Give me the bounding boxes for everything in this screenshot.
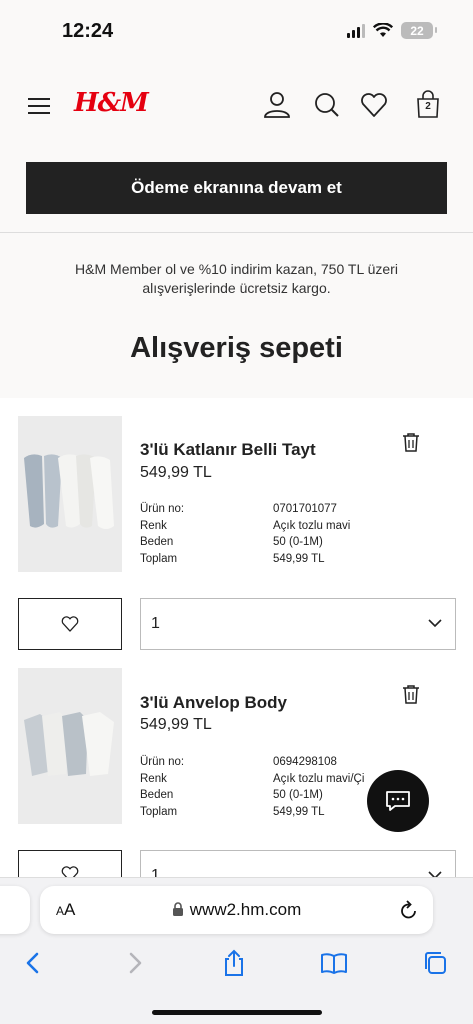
forward-icon[interactable]	[120, 948, 150, 978]
back-icon[interactable]	[18, 948, 48, 978]
detail-value: 549,99 TL	[273, 805, 325, 818]
previous-tab-pill[interactable]	[0, 886, 30, 934]
bag-count: 2	[425, 101, 431, 112]
search-icon[interactable]	[312, 90, 342, 120]
detail-value: Açık tozlu mavi	[273, 519, 351, 532]
status-bar: 12:24 22	[0, 0, 473, 62]
product-price: 549,99 TL	[140, 464, 212, 481]
detail-label: Toplam	[140, 805, 178, 818]
page-title: Alışveriş sepeti	[130, 332, 343, 364]
member-promo-text: H&M Member ol ve %10 indirim kazan, 750 …	[75, 261, 398, 296]
home-indicator	[152, 1010, 322, 1015]
trash-icon[interactable]	[402, 432, 420, 452]
heart-icon	[61, 616, 79, 632]
lock-icon	[172, 902, 183, 916]
quantity-select[interactable]: 1	[140, 850, 456, 878]
detail-value: 549,99 TL	[273, 552, 325, 565]
share-icon[interactable]	[219, 948, 249, 978]
detail-label: Ürün no:	[140, 756, 185, 769]
chat-button[interactable]	[367, 770, 429, 832]
detail-label: Toplam	[140, 552, 178, 565]
chevron-down-icon	[428, 619, 442, 628]
tabs-icon[interactable]	[420, 948, 450, 978]
detail-value: 50 (0-1M)	[273, 536, 323, 549]
wifi-icon	[373, 23, 393, 37]
product-name[interactable]: 3'lü Katlanır Belli Tayt	[140, 440, 316, 460]
detail-label: Beden	[140, 789, 174, 802]
detail-value: Açık tozlu mavi/Çi	[273, 772, 365, 785]
address-bar[interactable]: AA www2.hm.com	[40, 886, 433, 934]
detail-label: Renk	[140, 519, 167, 532]
product-details: Ürün no: 0694298108 Renk Açık tozlu mavi/Ç…	[140, 754, 400, 820]
account-icon[interactable]	[262, 90, 292, 120]
status-time: 12:24	[62, 20, 114, 42]
hm-logo[interactable]: H&M	[74, 88, 149, 118]
url-display[interactable]: www2.hm.com	[40, 900, 433, 920]
detail-value: 50 (0-1M)	[273, 789, 323, 802]
divider	[0, 232, 473, 233]
product-price: 549,99 TL	[140, 716, 212, 733]
detail-label: Ürün no:	[140, 503, 185, 516]
shopping-bag-icon[interactable]: 2	[413, 90, 443, 120]
detail-label: Beden	[140, 536, 174, 549]
quantity-value: 1	[151, 615, 160, 632]
product-image-bodysuits[interactable]	[18, 668, 122, 824]
chat-icon	[386, 791, 410, 811]
favorite-button[interactable]	[18, 598, 122, 650]
trash-icon[interactable]	[402, 684, 420, 704]
browser-toolbar: AA www2.hm.com	[0, 877, 473, 1024]
battery-icon: 22	[401, 22, 437, 39]
status-icons: 22	[347, 22, 437, 39]
site-header: H&M 2	[0, 62, 473, 152]
product-image-leggings[interactable]	[18, 416, 122, 572]
detail-value: 0701701077	[273, 503, 337, 516]
detail-value: 0694298108	[273, 756, 337, 769]
reload-icon[interactable]	[399, 899, 419, 921]
cellular-signal-icon	[347, 23, 365, 38]
checkout-button[interactable]: Ödeme ekranına devam et	[26, 162, 447, 214]
battery-level: 22	[410, 23, 424, 38]
bookmarks-icon[interactable]	[319, 948, 349, 978]
product-details: Ürün no: 0701701077 Renk Açık tozlu mavi B…	[140, 501, 400, 567]
menu-icon[interactable]	[28, 98, 50, 114]
favorite-button[interactable]	[18, 850, 122, 878]
product-name[interactable]: 3'lü Anvelop Body	[140, 693, 287, 713]
quantity-select[interactable]: 1	[140, 598, 456, 650]
url-text: www2.hm.com	[189, 900, 302, 919]
heart-icon[interactable]	[359, 90, 389, 120]
detail-label: Renk	[140, 772, 167, 785]
